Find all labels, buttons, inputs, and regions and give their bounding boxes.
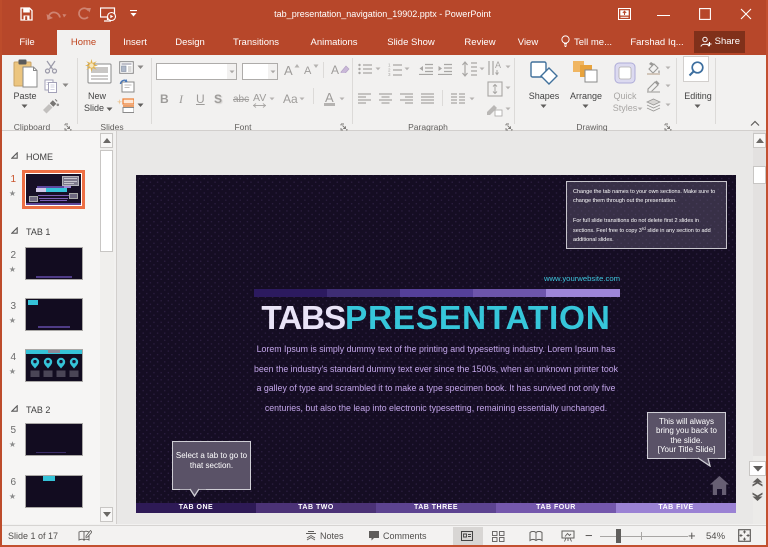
svg-text:3: 3 xyxy=(388,72,391,76)
svg-text:A: A xyxy=(495,60,501,70)
